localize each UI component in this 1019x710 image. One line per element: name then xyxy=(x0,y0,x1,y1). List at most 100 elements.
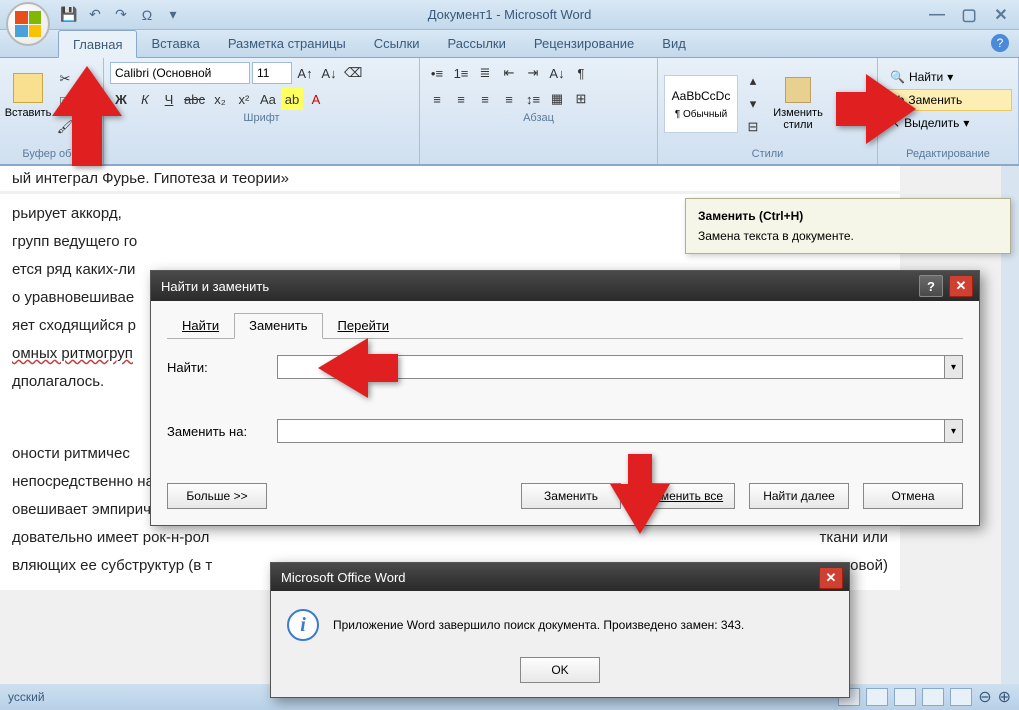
find-replace-dialog: Найти и заменить ? ✕ Найти Заменить Пере… xyxy=(150,270,980,526)
view-outline[interactable] xyxy=(922,688,944,706)
message-title-bar[interactable]: Microsoft Office Word ✕ xyxy=(271,563,849,591)
shrink-font-icon[interactable]: A↓ xyxy=(318,62,340,84)
dialog-help-button[interactable]: ? xyxy=(919,275,943,297)
message-close-button[interactable]: ✕ xyxy=(819,567,843,589)
sort-button[interactable]: A↓ xyxy=(546,62,568,84)
replace-one-button[interactable]: Заменить xyxy=(521,483,621,509)
zoom-in-button[interactable]: ⊕ xyxy=(998,687,1011,707)
tab-view[interactable]: Вид xyxy=(648,30,700,57)
replace-label: Заменить xyxy=(908,93,962,107)
find-next-button[interactable]: Найти далее xyxy=(749,483,849,509)
dialog-tab-find[interactable]: Найти xyxy=(167,313,234,338)
find-dropdown-icon[interactable]: ▾ xyxy=(945,355,963,379)
tooltip-title: Заменить (Ctrl+H) xyxy=(698,209,998,223)
dialog-tab-replace[interactable]: Заменить xyxy=(234,313,322,339)
change-styles-icon xyxy=(785,77,811,103)
replace-dropdown-icon[interactable]: ▾ xyxy=(945,419,963,443)
window-title: Документ1 - Microsoft Word xyxy=(428,7,592,22)
change-case-button[interactable]: Aa xyxy=(257,88,279,110)
tab-page-layout[interactable]: Разметка страницы xyxy=(214,30,360,57)
styles-up-icon[interactable]: ▴ xyxy=(742,70,764,92)
shading-button[interactable]: ▦ xyxy=(546,88,568,110)
align-right-button[interactable]: ≡ xyxy=(474,88,496,110)
tab-mailings[interactable]: Рассылки xyxy=(434,30,520,57)
office-button[interactable] xyxy=(6,2,50,46)
message-text: Приложение Word завершило поиск документ… xyxy=(333,618,833,632)
message-box: Microsoft Office Word ✕ i Приложение Wor… xyxy=(270,562,850,698)
save-icon[interactable]: 💾 xyxy=(58,4,80,26)
change-styles-button[interactable]: Изменить стили xyxy=(768,70,828,138)
help-button[interactable]: ? xyxy=(991,34,1009,52)
tab-insert[interactable]: Вставка xyxy=(137,30,213,57)
font-family-combo[interactable]: Calibri (Основной xyxy=(110,62,250,84)
info-icon: i xyxy=(287,609,319,641)
line-spacing-button[interactable]: ↕≡ xyxy=(522,88,544,110)
view-web[interactable] xyxy=(894,688,916,706)
group-editing-label: Редактирование xyxy=(884,146,1012,162)
align-center-button[interactable]: ≡ xyxy=(450,88,472,110)
styles-expand-icon[interactable]: ⊟ xyxy=(742,116,764,138)
more-button[interactable]: Больше >> xyxy=(167,483,267,509)
indent-inc-button[interactable]: ⇥ xyxy=(522,62,544,84)
qat-dropdown-icon[interactable]: ▾ xyxy=(162,4,184,26)
styles-down-icon[interactable]: ▾ xyxy=(742,93,764,115)
multilevel-button[interactable]: ≣ xyxy=(474,62,496,84)
view-draft[interactable] xyxy=(950,688,972,706)
align-left-button[interactable]: ≡ xyxy=(426,88,448,110)
superscript-button[interactable]: x² xyxy=(233,88,255,110)
paste-button[interactable]: Вставить xyxy=(6,62,50,130)
italic-button[interactable]: К xyxy=(134,88,156,110)
dialog-close-button[interactable]: ✕ xyxy=(949,275,973,297)
subscript-button[interactable]: x₂ xyxy=(209,88,231,110)
dialog-tabs: Найти Заменить Перейти xyxy=(167,313,963,339)
annotation-arrow-2 xyxy=(836,74,916,144)
quick-access-toolbar: 💾 ↶ ↷ Ω ▾ xyxy=(58,4,184,26)
strike-button[interactable]: abc xyxy=(182,88,207,110)
replace-with-label: Заменить на: xyxy=(167,424,277,439)
ok-button[interactable]: OK xyxy=(520,657,600,683)
chevron-down-icon: ▾ xyxy=(963,116,969,130)
chevron-down-icon: ▾ xyxy=(947,70,953,84)
tab-references[interactable]: Ссылки xyxy=(360,30,434,57)
replace-input[interactable] xyxy=(277,419,945,443)
document-heading[interactable]: ый интеграл Фурье. Гипотеза и теории» xyxy=(0,166,900,191)
maximize-button[interactable]: ▢ xyxy=(959,5,979,25)
indent-dec-button[interactable]: ⇤ xyxy=(498,62,520,84)
clear-format-icon[interactable]: ⌫ xyxy=(342,62,364,84)
change-styles-label: Изменить стили xyxy=(768,107,828,131)
style-preview-text: AaBbCcDc xyxy=(672,89,731,103)
font-size-combo[interactable]: 11 xyxy=(252,62,292,84)
borders-button[interactable]: ⊞ xyxy=(570,88,592,110)
grow-font-icon[interactable]: A↑ xyxy=(294,62,316,84)
dialog-title: Найти и заменить xyxy=(161,279,269,294)
redo-icon[interactable]: ↷ xyxy=(110,4,132,26)
tab-home[interactable]: Главная xyxy=(58,30,137,58)
close-button[interactable]: ✕ xyxy=(991,5,1011,25)
show-marks-button[interactable]: ¶ xyxy=(570,62,592,84)
dialog-title-bar[interactable]: Найти и заменить ? ✕ xyxy=(151,271,979,301)
cancel-button[interactable]: Отмена xyxy=(863,483,963,509)
office-logo-icon xyxy=(15,11,41,37)
numbering-button[interactable]: 1≡ xyxy=(450,62,472,84)
group-styles-label: Стили xyxy=(664,146,871,162)
annotation-arrow-4 xyxy=(610,454,670,534)
status-language[interactable]: усский xyxy=(8,690,45,704)
underline-button[interactable]: Ч xyxy=(158,88,180,110)
style-normal[interactable]: AaBbCcDc ¶ Обычный xyxy=(664,75,738,133)
omega-icon[interactable]: Ω xyxy=(136,4,158,26)
font-color-button[interactable]: A xyxy=(305,88,327,110)
bullets-button[interactable]: •≡ xyxy=(426,62,448,84)
group-paragraph-label: Абзац xyxy=(426,110,651,126)
undo-icon[interactable]: ↶ xyxy=(84,4,106,26)
tab-review[interactable]: Рецензирование xyxy=(520,30,648,57)
text-line: довательно имеет рок-н-ролткани или xyxy=(12,526,888,550)
message-title: Microsoft Office Word xyxy=(281,570,406,585)
highlight-button[interactable]: ab xyxy=(281,88,303,110)
annotation-arrow-1 xyxy=(52,66,122,166)
justify-button[interactable]: ≡ xyxy=(498,88,520,110)
minimize-button[interactable]: — xyxy=(927,5,947,25)
dialog-tab-goto[interactable]: Перейти xyxy=(323,313,405,338)
zoom-out-button[interactable]: ⊖ xyxy=(978,687,991,707)
view-reading[interactable] xyxy=(866,688,888,706)
tooltip-text: Замена текста в документе. xyxy=(698,229,998,243)
